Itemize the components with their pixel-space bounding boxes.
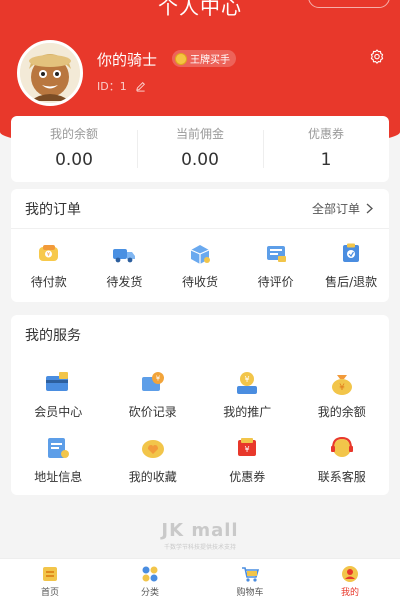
order-after-sales[interactable]: 售后/退款: [313, 243, 389, 290]
services-title: 我的服务: [25, 328, 81, 344]
stat-label: 优惠券: [307, 127, 344, 141]
tab-category[interactable]: 分类: [100, 559, 200, 600]
wallet-icon: ¥: [38, 245, 58, 261]
footer-brand: JK mall 千数学节科技提供技术支持: [0, 520, 400, 551]
package-icon: [190, 245, 210, 264]
mini-program-capsule[interactable]: [308, 0, 390, 8]
svg-text:¥: ¥: [245, 375, 250, 384]
coupon-icon: ¥: [238, 438, 257, 456]
tab-label: 首页: [40, 588, 59, 598]
bargain-icon: ¥: [141, 372, 164, 391]
settings-gear-icon[interactable]: [369, 49, 385, 65]
services-header: 我的服务: [11, 315, 389, 355]
user-id-label: ID：1: [97, 80, 127, 93]
order-pending-payment[interactable]: ¥ 待付款: [11, 243, 87, 290]
service-icon: [330, 436, 353, 457]
edit-icon[interactable]: [135, 81, 146, 92]
user-id: ID：1: [97, 78, 146, 94]
tab-profile[interactable]: 我的: [300, 559, 400, 600]
member-badge-label: 王牌买手: [190, 55, 230, 66]
stat-coupons[interactable]: 优惠券 1: [263, 116, 389, 182]
service-label: 我的收藏: [128, 470, 177, 484]
avatar[interactable]: [17, 40, 83, 106]
all-orders-link[interactable]: 全部订单: [312, 200, 373, 217]
service-my-promotion[interactable]: ¥ 我的推广: [200, 369, 295, 420]
tab-cart[interactable]: 购物车: [200, 559, 300, 600]
member-card-icon: [46, 372, 69, 391]
service-my-balance[interactable]: ¥ 我的余额: [295, 369, 390, 420]
service-label: 砍价记录: [128, 405, 177, 419]
order-label: 售后/退款: [325, 275, 378, 289]
service-label: 地址信息: [34, 470, 83, 484]
order-label: 待收货: [181, 275, 218, 289]
service-label: 联系客服: [317, 470, 366, 484]
all-orders-label: 全部订单: [311, 202, 360, 216]
member-badge: 王牌买手: [172, 50, 236, 67]
order-label: 待付款: [30, 275, 67, 289]
stat-label: 我的余额: [49, 127, 98, 141]
account-stats-card: 我的余额 0.00 当前佣金 0.00 优惠券 1: [11, 116, 389, 182]
stat-value: 1: [320, 150, 332, 170]
brand-tagline: 千数学节科技提供技术支持: [163, 544, 236, 551]
svg-text:¥: ¥: [245, 445, 250, 454]
service-member-center[interactable]: 会员中心: [11, 369, 106, 420]
service-coupons[interactable]: ¥ 优惠券: [200, 434, 295, 485]
nickname: 你的骑士: [97, 51, 158, 69]
svg-text:¥: ¥: [47, 252, 50, 258]
coin-icon: [175, 52, 187, 65]
services-grid: 会员中心 ¥ 砍价记录 ¥ 我的推广 ¥ 我的余额 地址信息 我的收藏 ¥ 优惠…: [11, 355, 389, 485]
service-address-info[interactable]: 地址信息: [11, 434, 106, 485]
my-services-card: 我的服务 会员中心 ¥ 砍价记录 ¥ 我的推广 ¥ 我的余额 地址信息 我的收藏…: [11, 315, 389, 495]
address-icon: [48, 438, 70, 458]
service-bargain-records[interactable]: ¥ 砍价记录: [106, 369, 201, 420]
tab-home[interactable]: 首页: [0, 559, 100, 600]
category-icon: [142, 566, 158, 582]
order-pending-review[interactable]: 待评价: [238, 243, 314, 290]
profile-icon: [342, 566, 358, 582]
chevron-right-icon: [366, 203, 373, 214]
bottom-tab-bar: 首页 分类 购物车 我的: [0, 558, 400, 600]
avatar-image: [20, 43, 80, 103]
tab-label: 我的: [340, 588, 359, 598]
stat-commission[interactable]: 当前佣金 0.00: [137, 116, 263, 182]
promotion-icon: ¥: [237, 372, 258, 394]
service-label: 我的余额: [317, 405, 366, 419]
service-label: 我的推广: [223, 405, 272, 419]
cart-icon: [242, 567, 260, 582]
svg-text:¥: ¥: [339, 383, 345, 393]
service-my-favorites[interactable]: 我的收藏: [106, 434, 201, 485]
stat-balance[interactable]: 我的余额 0.00: [11, 116, 137, 182]
svg-text:¥: ¥: [156, 375, 161, 383]
stat-value: 0.00: [55, 150, 93, 170]
home-icon: [43, 567, 57, 581]
order-pending-shipment[interactable]: 待发货: [87, 243, 163, 290]
order-pending-receipt[interactable]: 待收货: [162, 243, 238, 290]
order-status-row: ¥ 待付款 待发货 待收货 待评价 售后/退款: [11, 229, 389, 290]
brand-name: JK mall: [161, 520, 239, 541]
orders-title: 我的订单: [25, 201, 81, 218]
money-bag-icon: ¥: [331, 375, 352, 395]
order-label: 待评价: [257, 275, 294, 289]
tab-label: 购物车: [236, 588, 264, 598]
tab-label: 分类: [140, 588, 159, 598]
service-customer-service[interactable]: 联系客服: [295, 434, 390, 485]
refund-icon: [343, 243, 360, 262]
my-orders-card: 我的订单 全部订单 ¥ 待付款 待发货 待收货 待评价 售后/退款: [11, 189, 389, 302]
stat-value: 0.00: [181, 150, 219, 170]
review-icon: [266, 246, 286, 262]
order-label: 待发货: [106, 275, 143, 289]
stat-label: 当前佣金: [175, 127, 224, 141]
service-label: 优惠券: [229, 470, 266, 484]
orders-header: 我的订单 全部订单: [11, 189, 389, 229]
truck-icon: [113, 249, 136, 263]
service-label: 会员中心: [34, 405, 83, 419]
favorite-icon: [141, 440, 164, 458]
